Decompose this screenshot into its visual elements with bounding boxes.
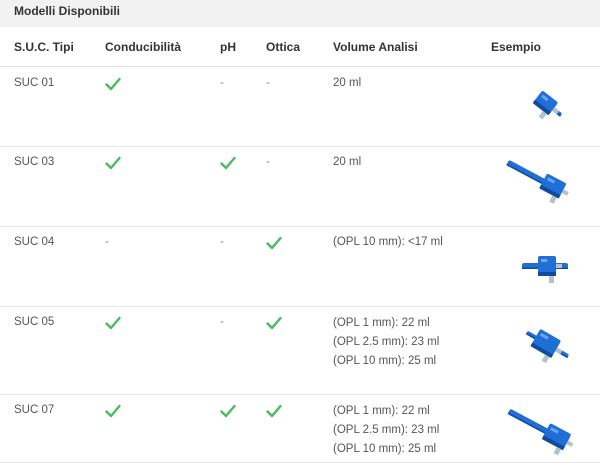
cell-tipo: SUC 07 [14, 404, 55, 416]
cell-ph: - [220, 77, 224, 89]
volume-line: (OPL 2.5 mm): 23 ml [333, 424, 440, 436]
table-row: SUC 04 - - (OPL 10 mm): <17 ml [0, 226, 600, 307]
example-image [532, 91, 562, 120]
cell-tipo: SUC 05 [14, 316, 55, 328]
column-header-esempio: Esempio [491, 40, 542, 54]
example-image [522, 256, 568, 283]
table-row: SUC 03 - 20 ml [0, 146, 600, 227]
cell-ottica: - [266, 77, 270, 89]
cell-ph: - [220, 316, 224, 328]
table-row: SUC 07 (OPL 1 mm): 22 ml (OPL 2.5 mm): 23 … [0, 394, 600, 463]
cell-ph: - [220, 236, 224, 248]
section-header: Modelli Disponibili [0, 0, 600, 27]
cell-tipo: SUC 04 [14, 236, 55, 248]
table-row: SUC 05 - (OPL 1 mm): 22 ml (OPL 2.5 mm): 23… [0, 306, 600, 395]
check-icon [266, 236, 282, 250]
volume-line: (OPL 1 mm): 22 ml [333, 405, 430, 417]
check-icon [105, 404, 121, 418]
volume-line: (OPL 10 mm): <17 ml [333, 236, 443, 248]
example-image [525, 329, 569, 364]
cell-tipo: SUC 03 [14, 156, 55, 168]
volume-line: (OPL 2.5 mm): 23 ml [333, 336, 440, 348]
column-header-ottica: Ottica [266, 40, 301, 54]
check-icon [266, 404, 282, 418]
column-header-conducibilita: Conducibilità [105, 40, 181, 54]
example-image [506, 160, 569, 204]
models-table-page: Modelli Disponibili S.U.C. Tipi Conducib… [0, 0, 600, 463]
column-header-volume: Volume Analisi [333, 40, 418, 54]
check-icon [266, 316, 282, 330]
cell-volume: (OPL 1 mm): 22 ml (OPL 2.5 mm): 23 ml (OPL… [333, 314, 439, 371]
cell-volume: (OPL 10 mm): <17 ml [333, 236, 443, 248]
table-header: S.U.C. Tipi Conducibilità pH Ottica Volu… [0, 27, 600, 67]
check-icon [105, 77, 121, 91]
volume-line: 20 ml [333, 156, 362, 168]
cell-volume: 20 ml [333, 156, 361, 168]
volume-line: (OPL 10 mm): 25 ml [333, 443, 437, 455]
table-row: SUC 01 - - 20 ml [0, 67, 600, 147]
example-image [507, 409, 574, 456]
cell-volume: 20 ml [333, 77, 361, 89]
cell-tipo: SUC 01 [14, 77, 55, 89]
cell-conducibilita: - [105, 236, 109, 248]
section-title: Modelli Disponibili [14, 4, 120, 18]
check-icon [220, 156, 236, 170]
check-icon [105, 316, 121, 330]
volume-line: (OPL 1 mm): 22 ml [333, 317, 430, 329]
volume-line: 20 ml [333, 77, 362, 89]
check-icon [105, 156, 121, 170]
column-header-tipi: S.U.C. Tipi [14, 40, 74, 54]
column-header-ph: pH [220, 40, 236, 54]
volume-line: (OPL 10 mm): 25 ml [333, 355, 437, 367]
cell-ottica: - [266, 156, 270, 168]
check-icon [220, 404, 236, 418]
cell-volume: (OPL 1 mm): 22 ml (OPL 2.5 mm): 23 ml (OPL… [333, 402, 439, 459]
